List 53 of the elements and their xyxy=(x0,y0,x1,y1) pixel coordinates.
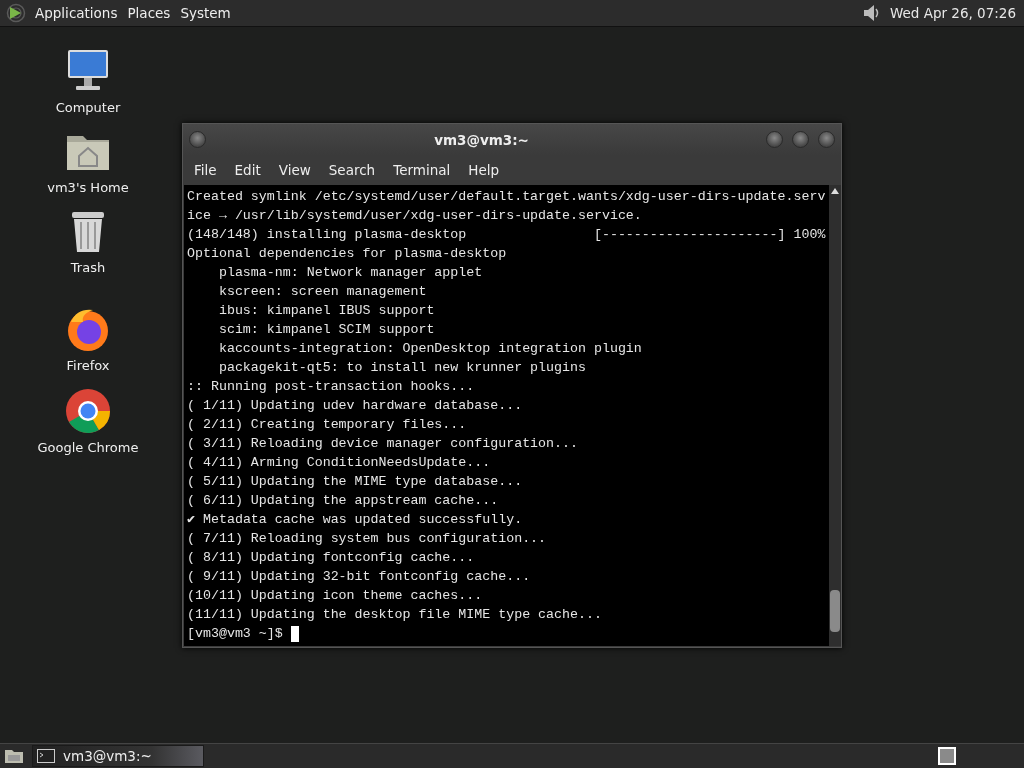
scrollbar[interactable] xyxy=(829,185,841,646)
terminal-line: packagekit-qt5: to install new krunner plugins xyxy=(217,359,587,377)
shell-prompt: [vm3@vm3 ~]$ xyxy=(187,625,283,643)
terminal-line: scim: kimpanel SCIM support xyxy=(217,321,436,339)
icon-label[interactable]: Computer xyxy=(55,100,121,115)
terminal-line: ( 6/11) Updating the appstream cache... xyxy=(187,492,500,510)
terminal-line: ( 9/11) Updating 32-bit fontconfig cache... xyxy=(187,568,532,586)
menu-item[interactable]: Edit xyxy=(226,162,269,178)
menu-logo-icon[interactable] xyxy=(6,3,26,23)
show-desktop-icon[interactable] xyxy=(4,748,24,764)
menu-item[interactable]: Search xyxy=(320,162,384,178)
window-title: vm3@vm3:~ xyxy=(433,131,530,148)
terminal-line: (11/11) Updating the desktop file MIME type cache... xyxy=(187,606,603,624)
menu-item[interactable]: View xyxy=(270,162,319,178)
terminal-line: ice → /usr/lib/systemd/user/xdg-user-dirs-update.service. xyxy=(187,207,643,225)
panel-menu[interactable]: Applications xyxy=(30,5,123,21)
terminal-line: ( 7/11) Reloading system bus configuration... xyxy=(187,530,548,548)
workspace-switcher[interactable] xyxy=(938,747,956,765)
terminal-line: ( 4/11) Arming ConditionNeedsUpdate... xyxy=(187,454,492,472)
panel-menu[interactable]: System xyxy=(175,5,236,21)
taskbar-button[interactable]: vm3@vm3:~ xyxy=(32,745,204,767)
menu-item[interactable]: Help xyxy=(460,162,508,178)
minimize-button[interactable] xyxy=(766,131,783,148)
terminal-line: ( 1/11) Updating udev hardware database... xyxy=(187,397,524,415)
icon-label[interactable]: vm3's Home xyxy=(47,180,129,195)
clock[interactable]: Wed Apr 26, 07:26 xyxy=(889,5,1016,21)
terminal-line: ( 3/11) Reloading device manager configuration... xyxy=(187,435,579,453)
chrome-icon[interactable] xyxy=(63,386,113,436)
terminal-line: (148/148) installing plasma-desktop [----------------------] 100% xyxy=(187,226,827,244)
terminal-line: Optional dependencies for plasma-desktop xyxy=(187,245,508,263)
terminal-line: kscreen: screen management xyxy=(217,283,428,301)
terminal-line: :: Running post-transaction hooks... xyxy=(187,378,476,396)
icon-label[interactable]: Trash xyxy=(70,260,106,275)
icon-label[interactable]: Google Chrome xyxy=(37,440,139,455)
window-menu-button[interactable] xyxy=(189,131,206,148)
panel-menu[interactable]: Places xyxy=(122,5,176,21)
terminal-line: ( 8/11) Updating fontconfig cache... xyxy=(187,549,476,567)
terminal-line: Created symlink /etc/systemd/user/default.target.wants/xdg-user-dirs-update.serv xyxy=(187,188,827,206)
menu-item[interactable]: File xyxy=(186,162,225,178)
terminal-line: kaccounts-integration: OpenDesktop integration plugin xyxy=(217,340,643,358)
terminal-icon xyxy=(37,749,55,763)
terminal-line: ( 2/11) Creating temporary files... xyxy=(187,416,468,434)
maximize-button[interactable] xyxy=(792,131,809,148)
icon-label[interactable]: Firefox xyxy=(66,358,110,373)
terminal-line: (10/11) Updating icon theme caches... xyxy=(187,587,484,605)
terminal-line: plasma-nm: Network manager applet xyxy=(217,264,484,282)
terminal-line: ibus: kimpanel IBUS support xyxy=(217,302,436,320)
menu-item[interactable]: Terminal xyxy=(385,162,459,178)
terminal-line: ( 5/11) Updating the MIME type database... xyxy=(187,473,524,491)
close-button[interactable] xyxy=(818,131,835,148)
text-cursor xyxy=(290,625,299,642)
speaker-icon[interactable] xyxy=(861,3,880,23)
terminal-line: ✔ Metadata cache was updated successfully. xyxy=(187,511,524,529)
